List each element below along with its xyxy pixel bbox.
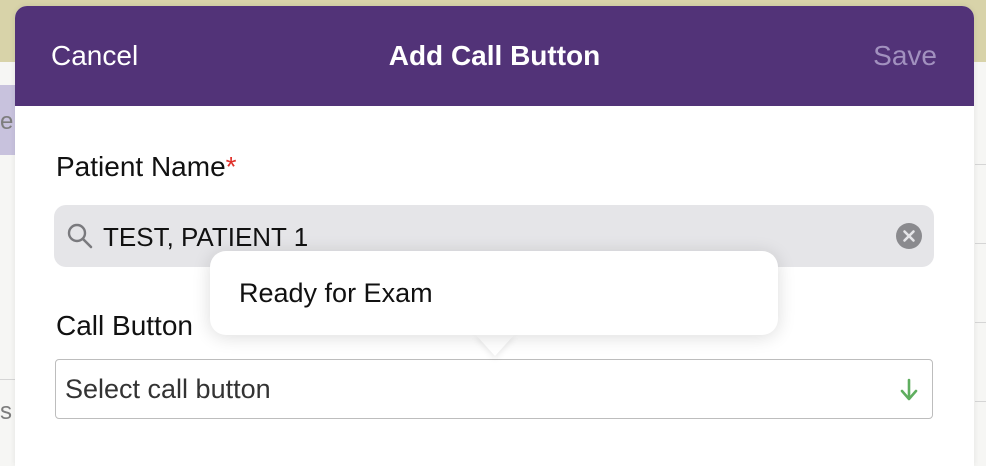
call-button-select[interactable]: Select call button <box>55 359 933 419</box>
required-marker: * <box>225 151 237 182</box>
patient-search-input[interactable]: TEST, PATIENT 1 <box>103 222 308 253</box>
modal-navbar: Cancel Add Call Button Save <box>15 6 974 106</box>
popover-arrow <box>475 334 515 356</box>
call-button-label: Call Button <box>56 310 193 341</box>
patient-name-label-text: Patient Name <box>56 151 226 182</box>
background-divider <box>975 243 986 244</box>
save-button[interactable]: Save <box>873 40 937 72</box>
call-button-popover: Ready for Exam <box>210 251 778 335</box>
background-text: e <box>0 108 14 135</box>
patient-name-label: Patient Name* <box>56 151 237 183</box>
background-text: s <box>0 398 12 425</box>
background-divider <box>0 379 16 380</box>
arrow-down-icon <box>900 378 918 401</box>
clear-icon[interactable] <box>896 223 922 249</box>
background-divider <box>975 322 986 323</box>
background-divider <box>975 164 986 165</box>
search-icon <box>67 223 93 249</box>
add-call-button-modal: Cancel Add Call Button Save Patient Name… <box>15 6 974 466</box>
background-divider <box>975 401 986 402</box>
modal-title: Add Call Button <box>388 40 601 71</box>
call-button-select-placeholder: Select call button <box>65 374 271 404</box>
popover-item-ready-for-exam[interactable]: Ready for Exam <box>239 278 433 309</box>
